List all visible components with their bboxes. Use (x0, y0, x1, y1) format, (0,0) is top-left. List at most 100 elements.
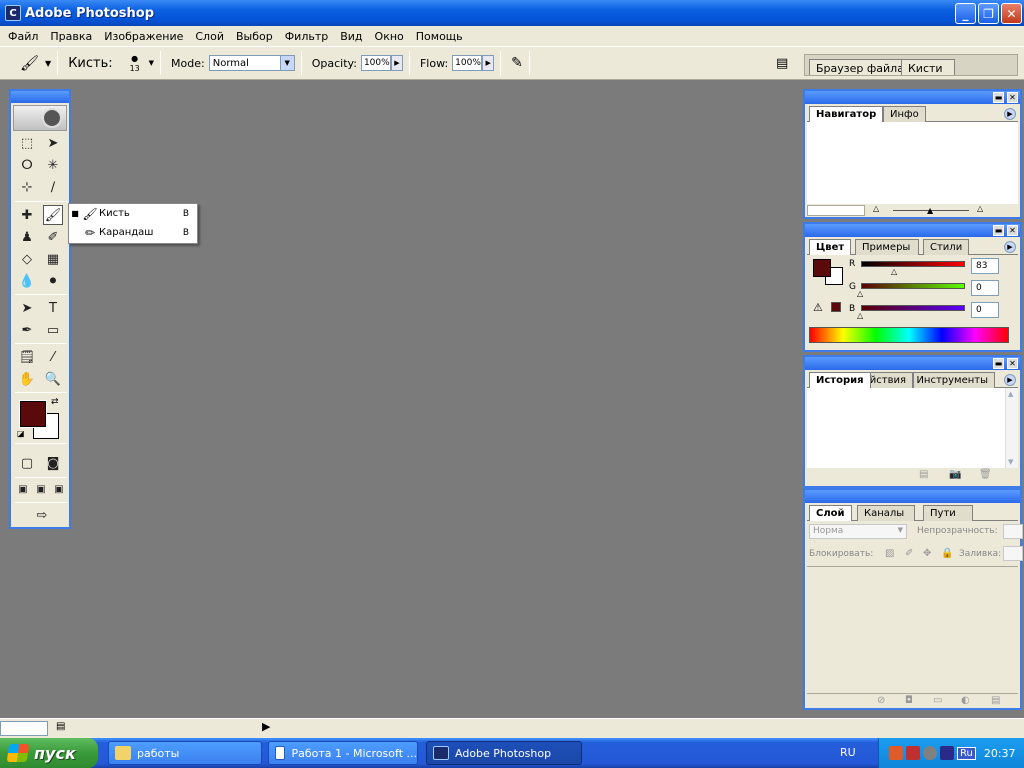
b-slider-thumb-icon[interactable]: △ (857, 311, 863, 320)
r-slider-thumb-icon[interactable]: △ (891, 267, 897, 276)
brush-picker-arrow-icon[interactable]: ▼ (149, 59, 154, 67)
document-info-icon[interactable]: ▤ (56, 721, 65, 732)
eyedropper-icon[interactable]: ⁄ (43, 347, 63, 367)
b-slider[interactable] (861, 305, 965, 311)
trash-icon[interactable]: 🗑 (979, 469, 992, 480)
lock-transparency-icon[interactable]: ▨ (885, 548, 894, 559)
dodge-tool-icon[interactable]: ⚫ (43, 271, 63, 291)
color-spectrum-bar[interactable] (809, 327, 1009, 343)
panel-close-button[interactable]: ✕ (1007, 92, 1018, 103)
zoom-field[interactable] (807, 205, 865, 216)
menu-window[interactable]: Окно (369, 30, 410, 43)
tab-info[interactable]: Инфо (883, 106, 926, 122)
screen-mode-full-icon[interactable]: ▣ (49, 479, 69, 499)
hand-tool-icon[interactable]: ✋ (17, 369, 37, 389)
zoom-out-icon[interactable]: △ (873, 204, 879, 213)
scroll-down-icon[interactable]: ▼ (1008, 458, 1013, 466)
menu-filter[interactable]: Фильтр (279, 30, 335, 43)
color-fg-swatch[interactable] (813, 259, 831, 277)
menu-view[interactable]: Вид (334, 30, 368, 43)
tab-brushes[interactable]: Кисти (901, 59, 955, 75)
menu-file[interactable]: Файл (2, 30, 44, 43)
g-slider[interactable] (861, 283, 965, 289)
flow-slider-button[interactable]: ▶ (482, 55, 495, 71)
panel-close-button[interactable]: ✕ (1007, 225, 1018, 236)
screen-mode-standard-icon[interactable]: ▣ (13, 479, 33, 499)
tab-layers[interactable]: Слой (809, 505, 852, 521)
lasso-tool-icon[interactable]: ⵔ (17, 155, 37, 175)
panel-header[interactable]: ▬ ✕ (805, 91, 1020, 104)
crop-tool-icon[interactable]: ⊹ (17, 177, 37, 197)
clone-stamp-icon[interactable]: ♟ (17, 227, 37, 247)
b-value-input[interactable]: 0 (971, 302, 999, 318)
layer-opacity-input[interactable] (1003, 524, 1023, 539)
menu-edit[interactable]: Правка (44, 30, 98, 43)
palette-well-icon[interactable]: ▤ (776, 56, 788, 71)
swap-colors-icon[interactable]: ⇄ (51, 397, 59, 407)
language-indicator[interactable]: RU (840, 746, 856, 759)
notes-tool-icon[interactable]: 🗒 (17, 347, 37, 367)
keyboard-layout-icon[interactable]: Ru (957, 746, 976, 760)
status-menu-arrow-icon[interactable]: ▶ (262, 720, 270, 733)
zoom-in-icon[interactable]: △ (977, 204, 983, 213)
adjustment-layer-icon[interactable]: ◐ (961, 695, 970, 706)
r-slider[interactable] (861, 261, 965, 267)
minimize-button[interactable]: _ (955, 3, 976, 24)
layer-mask-icon[interactable]: ◘ (905, 695, 913, 706)
new-layer-icon[interactable]: ▤ (991, 695, 1000, 706)
panel-header[interactable]: ▬ ✕ (805, 357, 1020, 370)
gamut-warning-icon[interactable]: ⚠ (813, 301, 823, 314)
new-document-icon[interactable]: ▤ (919, 469, 928, 480)
blend-mode-select[interactable]: Норма ▼ (809, 524, 907, 539)
menu-image[interactable]: Изображение (98, 30, 189, 43)
menu-layer[interactable]: Слой (189, 30, 230, 43)
tab-channels[interactable]: Каналы (857, 505, 915, 521)
lock-paint-icon[interactable]: ✐ (905, 548, 913, 559)
brush-tool-icon[interactable]: 🖌 (20, 54, 39, 72)
brush-tool-selected-icon[interactable]: 🖌 (43, 205, 63, 225)
layer-set-icon[interactable]: ▭ (933, 695, 942, 706)
zoom-tool-icon[interactable]: 🔍 (43, 369, 63, 389)
panel-header[interactable]: ▬ ✕ (805, 224, 1020, 237)
panel-minimize-button[interactable]: ▬ (993, 92, 1004, 103)
opacity-slider-button[interactable]: ▶ (390, 55, 403, 71)
path-select-icon[interactable]: ➤ (17, 298, 37, 318)
zoom-slider-thumb-icon[interactable]: ▲ (927, 206, 933, 215)
mode-select[interactable]: Normal ▼ (208, 55, 295, 71)
tab-tools[interactable]: Инструменты (913, 372, 995, 388)
start-button[interactable]: пуск (0, 738, 98, 768)
tab-navigator[interactable]: Навигатор (809, 106, 884, 122)
panel-menu-icon[interactable]: ▶ (1004, 241, 1016, 253)
jump-to-imageready-icon[interactable]: ⇨ (29, 505, 55, 525)
tab-styles[interactable]: Стили (923, 239, 970, 255)
panel-close-button[interactable]: ✕ (1007, 358, 1018, 369)
panel-header[interactable] (805, 490, 1020, 503)
airbrush-icon[interactable]: ✎ (511, 55, 523, 71)
move-tool-icon[interactable]: ➤ (43, 133, 63, 153)
taskbar-button-photoshop[interactable]: Adobe Photoshop (426, 741, 582, 765)
flyout-item-brush[interactable]: ■ 🖌 Кисть B (69, 204, 197, 223)
quick-mask-icon[interactable]: ◙ (43, 453, 63, 473)
layer-style-icon[interactable]: ⊘ (877, 695, 885, 706)
fill-input[interactable] (1003, 546, 1023, 561)
flyout-item-pencil[interactable]: ✏ Карандаш B (69, 223, 197, 242)
snapshot-icon[interactable]: 📷 (949, 469, 961, 480)
default-colors-icon[interactable]: ◪ (17, 429, 25, 438)
network-icon[interactable] (906, 746, 920, 760)
antivirus-icon[interactable] (923, 746, 937, 760)
toolbox-header[interactable] (11, 91, 69, 103)
brush-picker[interactable]: ● 13 (127, 54, 143, 73)
lock-move-icon[interactable]: ✥ (923, 548, 931, 559)
scroll-up-icon[interactable]: ▲ (1008, 390, 1013, 398)
tool-preset-dropdown-icon[interactable]: ▼ (45, 59, 51, 68)
foreground-color-swatch[interactable] (19, 400, 47, 428)
panel-minimize-button[interactable]: ▬ (993, 225, 1004, 236)
tab-history[interactable]: История (809, 372, 871, 388)
panel-menu-icon[interactable]: ▶ (1004, 108, 1016, 120)
menu-select[interactable]: Выбор (230, 30, 279, 43)
healing-brush-icon[interactable]: ✚ (17, 205, 37, 225)
history-brush-icon[interactable]: ✐ (43, 227, 63, 247)
tab-paths[interactable]: Пути (923, 505, 973, 521)
pen-tool-icon[interactable]: ✒ (17, 320, 37, 340)
maximize-button[interactable]: ❐ (978, 3, 999, 24)
